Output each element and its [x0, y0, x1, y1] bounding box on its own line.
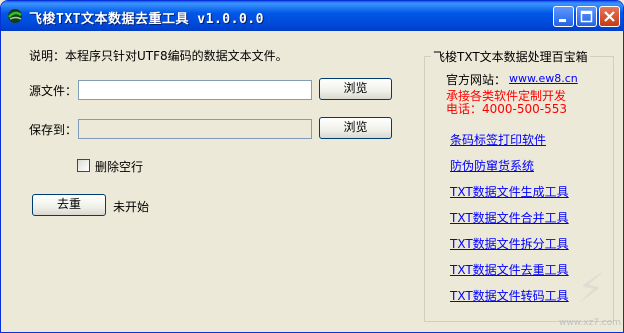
minimize-icon	[559, 19, 566, 22]
save-to-input[interactable]	[78, 119, 312, 139]
source-file-label: 源文件：	[29, 84, 78, 98]
maximize-button[interactable]	[576, 6, 597, 27]
source-file-input[interactable]	[78, 80, 312, 100]
maximize-icon	[580, 10, 593, 23]
link-txt-transcode-tool[interactable]: TXT数据文件转码工具	[450, 287, 569, 304]
watermark-logo: ⚡	[576, 266, 605, 312]
delete-blank-lines-checkbox[interactable]	[77, 159, 90, 172]
browse-save-button[interactable]: 浏览	[319, 117, 392, 139]
app-window: 飞梭TXT文本数据去重工具 v1.0.0.0 说明：本程序只针对UTF8编码的数…	[0, 0, 624, 333]
watermark-text: www.xz7.com	[559, 318, 621, 328]
client-area: 说明：本程序只针对UTF8编码的数据文本文件。 源文件： 浏览 保存到： 浏览 …	[4, 31, 620, 331]
phone-text: 电话：4000-500-553	[446, 102, 568, 116]
link-txt-split-tool[interactable]: TXT数据文件拆分工具	[450, 235, 569, 252]
link-txt-merge-tool[interactable]: TXT数据文件合并工具	[450, 209, 569, 226]
delete-blank-lines-label: 删除空行	[95, 160, 144, 174]
status-text: 未开始	[113, 200, 150, 214]
toolbox-panel-title: 飞梭TXT文本数据处理百宝箱	[431, 48, 590, 65]
site-label: 官方网站：	[446, 73, 507, 87]
link-anti-counterfeit-system[interactable]: 防伪防窜货系统	[450, 157, 534, 174]
site-url-link[interactable]: www.ew8.cn	[509, 72, 578, 85]
browse-source-button[interactable]: 浏览	[319, 78, 392, 100]
save-to-label: 保存到：	[29, 123, 78, 137]
title-bar[interactable]: 飞梭TXT文本数据去重工具 v1.0.0.0	[1, 1, 623, 31]
window-title: 飞梭TXT文本数据去重工具 v1.0.0.0	[29, 12, 264, 27]
app-logo-icon	[8, 9, 22, 23]
description-text: 说明：本程序只针对UTF8编码的数据文本文件。	[29, 49, 288, 63]
close-icon	[604, 11, 615, 22]
link-barcode-label-software[interactable]: 条码标签打印软件	[450, 131, 546, 148]
dedupe-button[interactable]: 去重	[32, 194, 106, 216]
close-button[interactable]	[599, 6, 620, 27]
link-txt-generate-tool[interactable]: TXT数据文件生成工具	[450, 183, 569, 200]
link-txt-dedupe-tool[interactable]: TXT数据文件去重工具	[450, 261, 569, 278]
minimize-button[interactable]	[553, 6, 574, 27]
